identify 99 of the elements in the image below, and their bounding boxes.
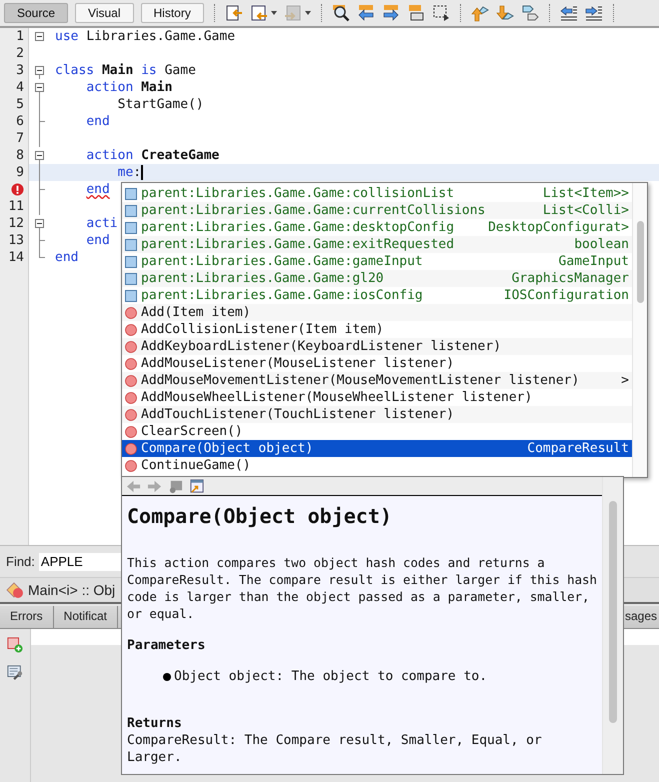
fold-marker-icon[interactable] [35, 219, 44, 228]
arrow-right-icon[interactable] [382, 4, 400, 22]
field-icon [125, 204, 137, 216]
external-window-icon[interactable] [189, 478, 204, 494]
code-line: end [85, 233, 110, 248]
class-icon [6, 581, 24, 599]
method-icon [125, 374, 137, 386]
output-tab[interactable]: Errors [0, 606, 54, 628]
section-heading: Returns [127, 716, 183, 731]
method-icon [125, 442, 137, 454]
completion-item[interactable]: AddCollisionListener(Item item) [122, 321, 632, 338]
arrow-down-icon[interactable] [496, 4, 514, 22]
search-icon[interactable] [332, 4, 350, 22]
code-line: end [85, 114, 110, 129]
line-number: 7 [16, 131, 24, 146]
completion-item[interactable]: ContinueGame() [122, 457, 632, 474]
code-line: use Libraries.Game.Game [55, 29, 236, 44]
completion-item[interactable]: AddMouseMovementListener(MouseMovementListener listener) > [122, 372, 632, 389]
outdent-icon[interactable] [560, 4, 578, 22]
view-tab[interactable]: History [140, 3, 204, 23]
line-number: 12 [8, 216, 24, 231]
view-tab[interactable]: Source [4, 3, 68, 23]
add-icon[interactable] [7, 637, 23, 653]
view-tab[interactable]: Visual [75, 3, 134, 23]
field-icon [125, 290, 137, 302]
find-label: Find: [6, 554, 35, 569]
fold-marker-icon[interactable] [35, 151, 44, 160]
completion-item[interactable]: AddTouchListener(TouchListener listener) [122, 406, 632, 423]
line-number: 6 [16, 114, 24, 129]
completion-item[interactable]: Add(Item item) [122, 304, 632, 321]
code-line: StartGame() [116, 97, 204, 112]
code-line: end [85, 182, 110, 197]
method-icon [125, 426, 137, 438]
code-line: me: [116, 165, 142, 180]
completion-item[interactable]: parent:Libraries.Game.Game:currentCollisions List<Colli> [122, 202, 632, 219]
completion-item[interactable]: parent:Libraries.Game.Game:collisionList List<Item>> [122, 185, 632, 202]
method-icon [125, 408, 137, 420]
shapes-icon[interactable] [520, 4, 539, 22]
line-number: 11 [8, 199, 24, 214]
doc-description: This action compares two object hash codes and returns a CompareResult. The compare result is either larger if this hash code is larger than the object passed as a parameter, smaller, or equal. [127, 554, 597, 622]
caret-icon[interactable] [270, 11, 277, 15]
completion-item[interactable]: AddKeyboardListener(KeyboardListener listener) [122, 338, 632, 355]
output-tab[interactable]: Notificat [54, 606, 118, 628]
method-icon [125, 306, 137, 318]
arrow-up-icon[interactable] [470, 4, 489, 22]
doc-title: Compare(Object object) [127, 504, 393, 528]
output-tab[interactable]: sages [624, 606, 659, 628]
field-icon [125, 256, 137, 268]
completion-item[interactable]: parent:Libraries.Game.Game:iosConfig IOSConfiguration [122, 287, 632, 304]
completion-item[interactable]: parent:Libraries.Game.Game:exitRequested boolean [122, 236, 632, 253]
window-icon[interactable] [168, 478, 183, 494]
completion-item[interactable]: ClearScreen() [122, 423, 632, 440]
document-wrench-icon[interactable] [7, 665, 23, 681]
section-heading: Parameters [127, 638, 206, 653]
field-icon [125, 222, 137, 234]
field-icon [125, 238, 137, 250]
field-icon [125, 272, 137, 284]
arrow-left-icon[interactable] [356, 4, 375, 22]
completion-item[interactable]: parent:Libraries.Game.Game:gl20 GraphicsManager [122, 270, 632, 287]
find-field[interactable]: APPLE [38, 552, 123, 570]
line-number: 9 [16, 165, 24, 180]
line-number: 5 [16, 97, 24, 112]
method-icon [125, 358, 137, 370]
bullet-icon [163, 672, 171, 680]
completion-item[interactable]: AddMouseListener(MouseListener listener) [122, 355, 632, 372]
fold-marker-icon[interactable] [35, 32, 44, 41]
line-number: 2 [16, 46, 24, 61]
page-arrow-icon[interactable] [224, 4, 243, 22]
line-number: 13 [8, 233, 24, 248]
indent-icon[interactable] [584, 4, 603, 22]
method-icon [125, 460, 137, 472]
completion-item[interactable]: AddMouseWheelListener(MouseWheelListener listener) [122, 389, 632, 406]
completion-item[interactable]: parent:Libraries.Game.Game:gameInput GameInput [122, 253, 632, 270]
code-line: acti [85, 216, 118, 231]
code-line: action Main [85, 80, 172, 95]
scrollbar[interactable] [632, 183, 647, 477]
line-number: 3 [16, 63, 24, 78]
code-line: end [55, 250, 78, 265]
caret-icon[interactable] [304, 11, 311, 15]
line-number: 4 [16, 80, 24, 95]
completion-item[interactable]: Compare(Object object) CompareResult [122, 440, 632, 457]
code-line: action CreateGame [85, 148, 220, 163]
line-number: 8 [16, 148, 24, 163]
method-icon [125, 340, 137, 352]
selection-icon[interactable] [432, 4, 450, 22]
code-line: class Main is Game [55, 63, 196, 78]
scrollbar[interactable] [602, 477, 623, 774]
method-icon [125, 392, 137, 404]
method-icon [125, 324, 137, 336]
fold-marker-icon[interactable] [35, 83, 44, 92]
line-number: 14 [8, 250, 24, 265]
field-icon [125, 188, 137, 200]
line-number: 1 [16, 29, 24, 44]
returns-text: CompareResult: The Compare result, Smaller, Equal, or Larger. [127, 732, 543, 766]
navigator-path[interactable]: Main<i> :: Obj [28, 582, 116, 598]
parameter-text: Object object: The object to compare to. [174, 669, 488, 684]
fold-marker-icon[interactable] [35, 66, 44, 75]
stacked-boxes-icon[interactable] [406, 4, 425, 22]
completion-item[interactable]: parent:Libraries.Game.Game:desktopConfig DesktopConfigurat> [122, 219, 632, 236]
